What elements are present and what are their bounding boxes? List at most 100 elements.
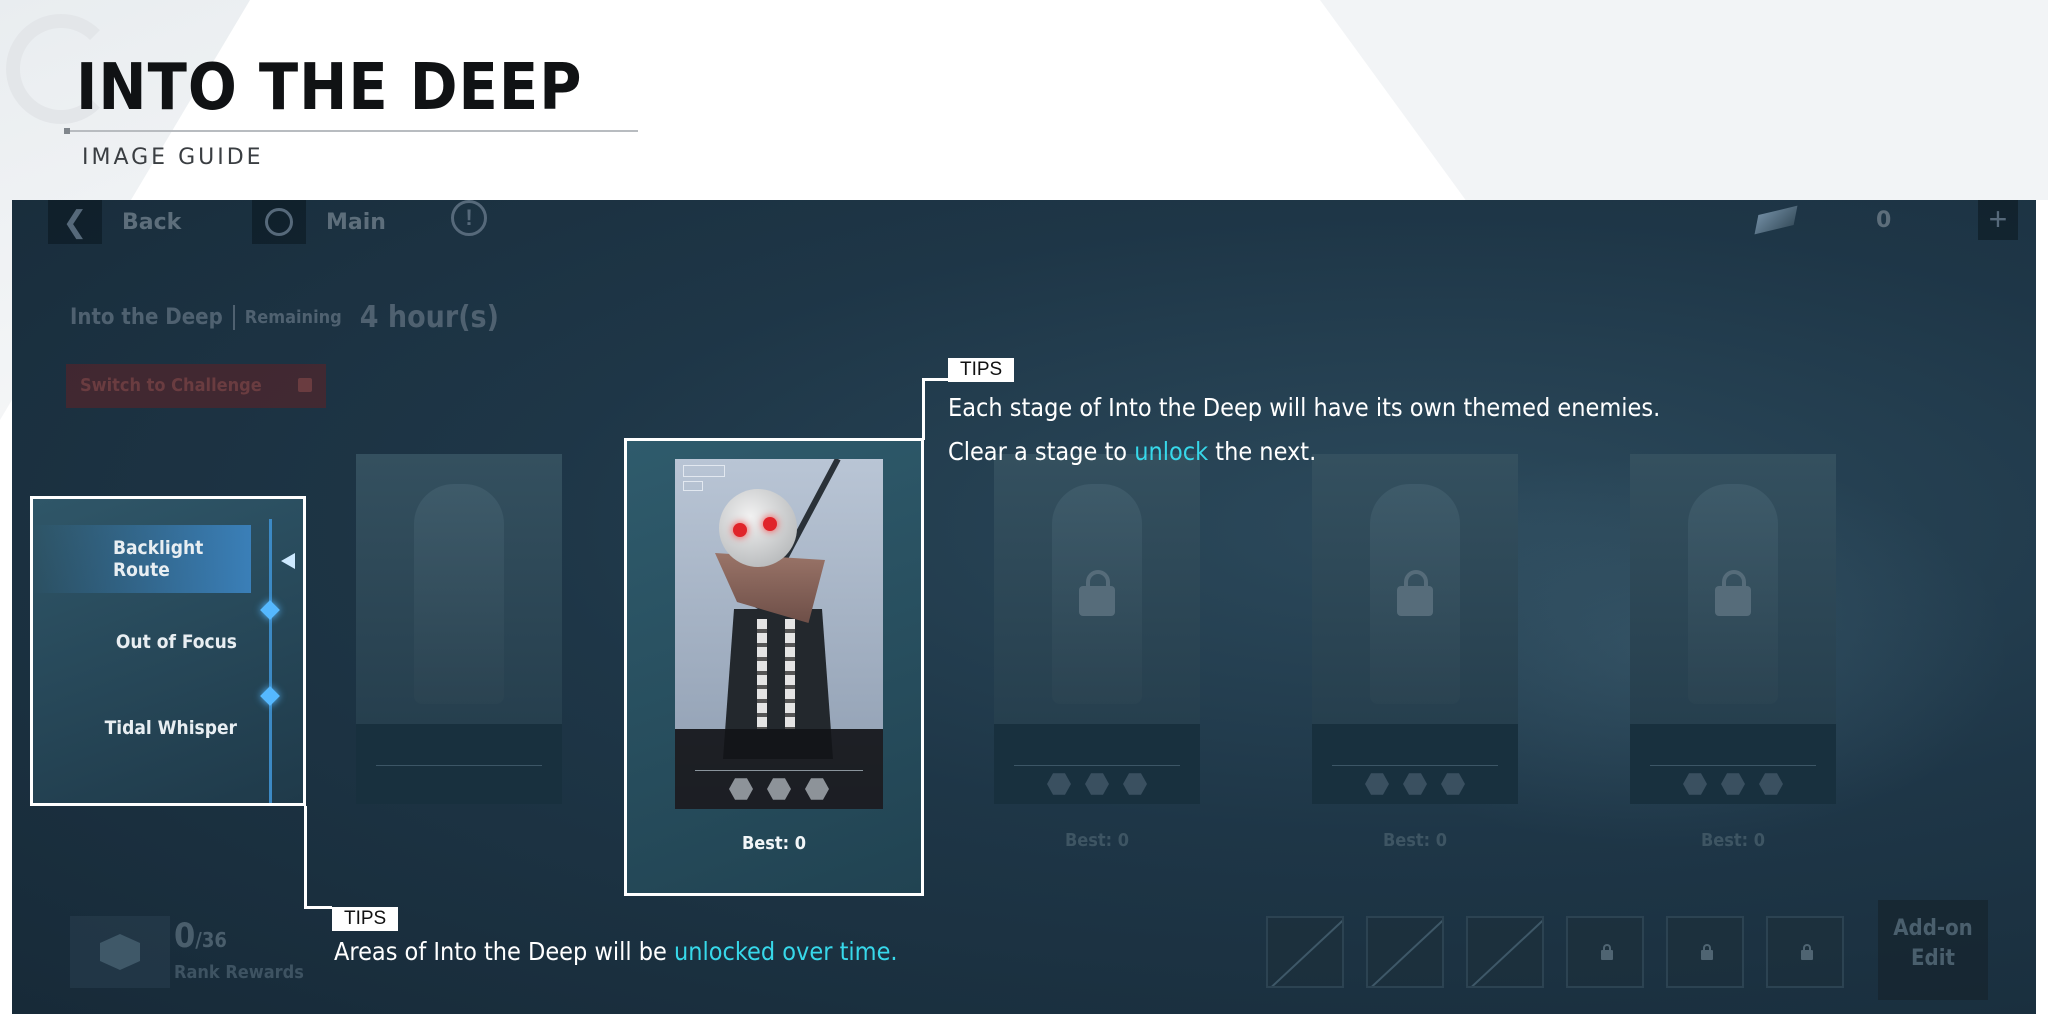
enemy-leg [785,619,795,729]
rank-current: 0 [174,916,196,956]
lock-icon [1601,944,1613,960]
route-item-backlight[interactable]: Backlight Route [33,525,251,593]
best-score: Best: 0 [1064,830,1130,851]
enemy-eye [733,523,747,537]
route-node-icon [260,600,280,620]
rank-count: 0/36 [174,916,227,956]
stage-card-locked[interactable] [1312,454,1518,804]
guide-title: INTO THE DEEP [76,51,583,125]
title-divider [64,130,638,132]
addon-slot[interactable] [1366,916,1444,988]
tip-text-part: Areas of Into the Deep will be [334,937,675,966]
lock-icon [1397,570,1433,616]
route-label: Out of Focus [115,631,237,653]
route-label: Backlight Route [113,537,204,581]
edit-label: Edit [1911,946,1955,971]
tip-tag: TIPS [948,358,1015,382]
lock-icon [1715,570,1751,616]
lock-icon [1701,944,1713,960]
hex-icon [1123,773,1147,795]
lock-icon [1079,570,1115,616]
hex-icon [1085,773,1109,795]
addon-edit-button[interactable]: Add-on Edit [1878,900,1988,1000]
tip-line: Each stage of Into the Deep will have it… [948,393,1661,422]
tip-text: Areas of Into the Deep will be unlocked … [334,930,898,974]
tip-text-part: the next. [1208,437,1317,466]
back-label: Back [122,209,182,235]
addon-label: Add-on [1893,916,1973,941]
route-selector: Backlight Route Out of Focus Tidal Whisp… [30,496,306,806]
addon-slot-locked[interactable] [1766,916,1844,988]
enemy-head [719,489,797,567]
tip-text: Each stage of Into the Deep will have it… [948,386,1660,474]
chevron-left-icon: ❮ [48,200,102,244]
hex-icon [1721,773,1745,795]
route-node-icon [260,686,280,706]
tip-text-part: Clear a stage to [948,437,1135,466]
tip-connector-line [922,378,925,440]
best-score: Best: 0 [1700,830,1766,851]
addon-slot-locked[interactable] [1566,916,1644,988]
difficulty-hexes [1630,772,1836,796]
empty-slot-icon [1468,918,1542,986]
tip-highlight: unlock [1134,437,1209,466]
stage-card-locked[interactable] [994,454,1200,804]
route-item-out-of-focus[interactable]: Out of Focus [116,631,237,653]
back-button[interactable]: ❮ Back [48,200,181,244]
hex-icon [1683,773,1707,795]
route-label: Tidal Whisper [104,717,237,739]
progress-rule [695,770,863,771]
rank-rewards-label: Rank Rewards [174,962,304,983]
progress-rule [376,765,542,766]
currency-ticket-icon [1754,205,1798,235]
game-screenshot: ❮ Back Main ! 0 + Into the Deep Remainin… [12,200,2036,1014]
guide-subtitle: IMAGE GUIDE [82,145,264,170]
difficulty-hexes [1312,772,1518,796]
hex-icon [1403,773,1427,795]
title-divider-tick [64,128,70,134]
hex-icon [767,778,791,800]
lock-icon [298,378,312,392]
rank-rewards-button[interactable] [70,916,170,988]
stage-tag [683,465,725,477]
addon-slot[interactable] [1466,916,1544,988]
addon-slot-locked[interactable] [1666,916,1744,988]
cubes-icon [100,934,140,970]
addon-slot[interactable] [1266,916,1344,988]
event-name: Into the Deep [70,305,235,330]
difficulty-hexes [675,777,883,801]
tip-highlight: unlocked over time. [674,937,898,966]
switch-to-challenge-label: Switch to Challenge [80,375,262,396]
stage-card[interactable] [356,454,562,804]
hex-icon [1441,773,1465,795]
progress-rule [1014,765,1180,766]
main-button[interactable]: Main [252,200,386,244]
best-score: Best: 0 [741,833,807,854]
main-label: Main [326,209,386,235]
stage-card-highlighted[interactable]: Best: 0 [624,438,924,896]
remaining-time: 4 hour(s) [359,300,499,335]
empty-slot-icon [1368,918,1442,986]
lock-icon [1801,944,1813,960]
stage-card-locked[interactable] [1630,454,1836,804]
progress-rule [1332,765,1498,766]
route-item-tidal-whisper[interactable]: Tidal Whisper [105,717,237,739]
add-currency-button[interactable]: + [1978,200,2018,240]
hex-icon [1047,773,1071,795]
best-score: Best: 0 [1382,830,1448,851]
tip-line: Clear a stage to unlock the next. [948,430,1660,474]
info-icon[interactable]: ! [451,200,487,236]
remaining-label: Remaining [244,307,342,328]
enemy-eye [763,517,777,531]
event-info: Into the Deep Remaining 4 hour(s) [70,300,499,335]
rank-total: /36 [195,928,227,952]
switch-to-challenge-button[interactable]: Switch to Challenge [66,364,326,408]
progress-rule [1650,765,1816,766]
currency-value: 0 [1876,208,1892,233]
stage-card-footer [356,724,562,804]
hex-icon [1759,773,1783,795]
enemy-silhouette [414,484,504,704]
stage-art [675,459,883,809]
route-rail [269,519,272,803]
header-backdrop-right [1320,0,2048,200]
